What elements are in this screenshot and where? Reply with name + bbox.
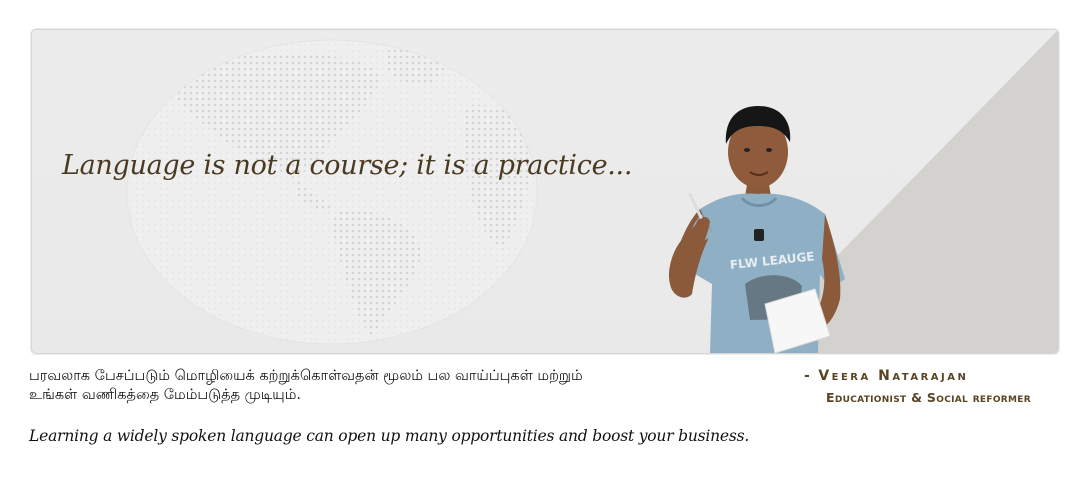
author-title: Educationist & Social reformer <box>826 390 1031 405</box>
author-dash: - <box>804 368 813 384</box>
english-description: Learning a widely spoken language can op… <box>29 427 750 445</box>
tamil-description: பரவலாக பேசப்படும் மொழியைக் கற்றுக்கொள்வத… <box>29 367 719 405</box>
hero-banner: Language is not a course; it is a practi… <box>31 29 1059 354</box>
author-name-line: - Veera Natarajan <box>804 368 1031 384</box>
author-block: - Veera Natarajan Educationist & Social r… <box>804 368 1031 405</box>
author-name: Veera Natarajan <box>818 368 969 384</box>
presenter-photo: FLW LEAUGE <box>668 106 845 353</box>
globe-icon <box>126 39 538 345</box>
tamil-line-2: உங்கள் வணிகத்தை மேம்படுத்த முடியும். <box>29 387 301 403</box>
tamil-line-1: பரவலாக பேசப்படும் மொழியைக் கற்றுக்கொள்வத… <box>29 368 583 384</box>
tagline: Language is not a course; it is a practi… <box>62 150 633 181</box>
